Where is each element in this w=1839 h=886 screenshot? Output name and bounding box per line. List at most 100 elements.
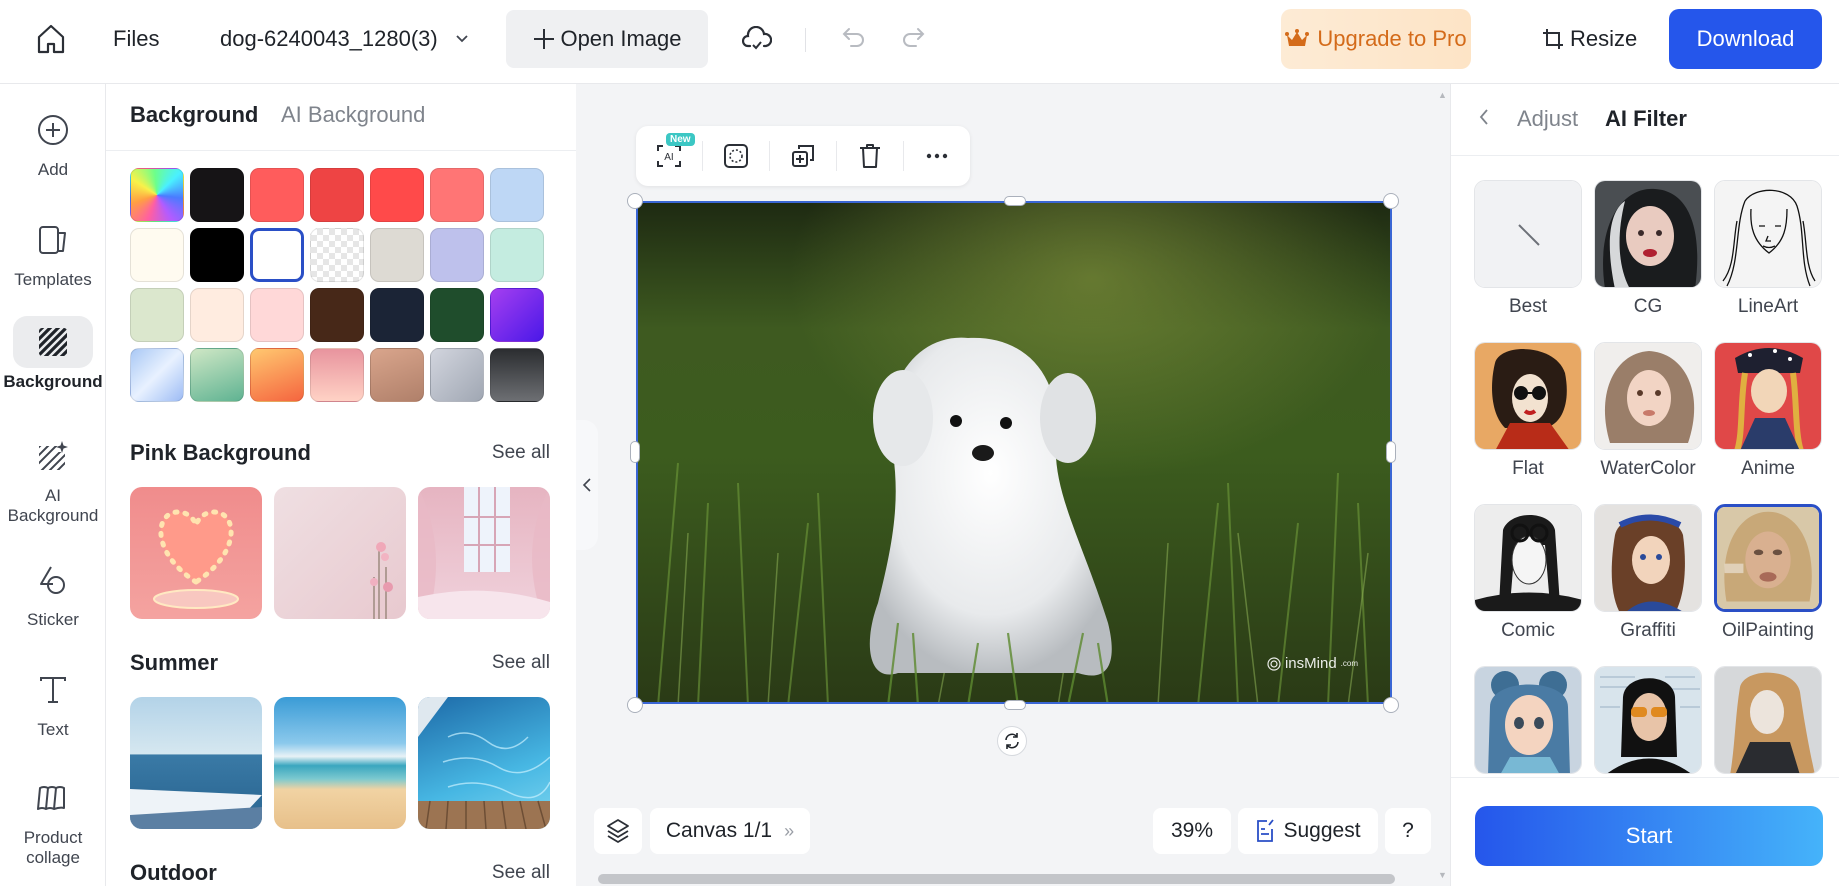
open-image-button[interactable]: Open Image xyxy=(506,10,708,68)
ai-filter-oilpainting[interactable]: OilPainting xyxy=(1714,504,1822,641)
color-swatch[interactable] xyxy=(490,348,544,402)
home-button[interactable] xyxy=(32,20,70,58)
color-swatch[interactable] xyxy=(430,288,484,342)
nav-item-text[interactable]: Text xyxy=(0,664,106,740)
color-swatch[interactable] xyxy=(130,228,184,282)
nav-item-product-collage[interactable]: Product collage xyxy=(0,772,106,868)
bg-thumb-pink-wall-flower[interactable] xyxy=(274,487,406,619)
filename-dropdown[interactable]: dog-6240043_1280(3) xyxy=(220,24,468,54)
bg-thumb-sandy-beach[interactable] xyxy=(274,697,406,829)
scroll-up-arrow[interactable]: ▲ xyxy=(1438,90,1447,100)
delete-button[interactable] xyxy=(837,126,903,186)
cutout-icon xyxy=(724,144,748,168)
nav-item-add[interactable]: Add xyxy=(0,104,106,180)
ai-filter-flat[interactable]: Flat xyxy=(1474,342,1582,479)
cutout-button[interactable] xyxy=(703,126,769,186)
resize-handle-bottom-right[interactable] xyxy=(1383,697,1399,713)
color-swatch[interactable] xyxy=(190,168,244,222)
see-all-link[interactable]: See all xyxy=(492,862,550,884)
color-swatch[interactable] xyxy=(490,168,544,222)
ai-filter-best[interactable]: Best xyxy=(1474,180,1582,317)
resize-handle-bottom[interactable] xyxy=(1004,700,1026,710)
color-swatch[interactable] xyxy=(190,228,244,282)
ai-filter-watercolor[interactable]: WaterColor xyxy=(1594,342,1702,479)
suggest-icon xyxy=(1257,819,1275,842)
nav-item-ai-background[interactable]: AI Background xyxy=(0,430,106,526)
scroll-down-arrow[interactable]: ▼ xyxy=(1438,870,1447,880)
color-swatch[interactable] xyxy=(250,168,304,222)
collapse-panel-button[interactable] xyxy=(576,420,598,550)
color-swatch[interactable] xyxy=(130,168,184,222)
ai-filter-anime[interactable]: Anime xyxy=(1714,342,1822,479)
color-swatch[interactable] xyxy=(310,288,364,342)
ai-filter-sunglasses[interactable] xyxy=(1594,666,1702,774)
undo-button[interactable] xyxy=(838,22,870,54)
tab-ai-background[interactable]: AI Background xyxy=(281,102,425,128)
ai-filter-graffiti[interactable]: Graffiti xyxy=(1594,504,1702,641)
upgrade-to-pro-button[interactable]: Upgrade to Pro xyxy=(1281,9,1471,69)
resize-handle-top-left[interactable] xyxy=(627,193,643,209)
nav-item-templates[interactable]: Templates xyxy=(0,214,106,290)
horizontal-scrollbar[interactable] xyxy=(598,874,1395,884)
color-swatch[interactable] xyxy=(130,348,184,402)
zoom-level-button[interactable]: 39% xyxy=(1153,808,1231,854)
duplicate-button[interactable] xyxy=(770,126,836,186)
ai-select-button[interactable]: AI New xyxy=(636,126,702,186)
resize-handle-top[interactable] xyxy=(1004,196,1026,206)
rotate-button[interactable] xyxy=(997,726,1027,756)
tab-background[interactable]: Background xyxy=(130,102,258,128)
color-swatch[interactable] xyxy=(250,348,304,402)
canvas-pages-button[interactable]: Canvas 1/1 » xyxy=(650,808,810,854)
color-swatch[interactable] xyxy=(430,348,484,402)
tab-adjust[interactable]: Adjust xyxy=(1517,106,1578,132)
ai-filter-sketch[interactable] xyxy=(1714,666,1822,774)
color-swatch[interactable] xyxy=(370,168,424,222)
resize-handle-bottom-left[interactable] xyxy=(627,697,643,713)
canvas-image[interactable]: insMind .com xyxy=(636,201,1392,704)
color-swatch[interactable] xyxy=(370,348,424,402)
ai-filter-3d[interactable] xyxy=(1474,666,1582,774)
ai-filter-comic[interactable]: Comic xyxy=(1474,504,1582,641)
cloud-save-button[interactable] xyxy=(740,22,774,56)
color-swatch[interactable] xyxy=(190,348,244,402)
bg-thumb-ocean-horizon[interactable] xyxy=(130,697,262,829)
ai-filter-lineart[interactable]: LineArt xyxy=(1714,180,1822,317)
color-swatch[interactable] xyxy=(430,168,484,222)
resize-handle-right[interactable] xyxy=(1386,441,1396,463)
bg-thumb-heart-lights[interactable] xyxy=(130,487,262,619)
color-swatch[interactable] xyxy=(250,288,304,342)
color-swatch[interactable] xyxy=(430,228,484,282)
resize-handle-top-right[interactable] xyxy=(1383,193,1399,209)
layers-icon xyxy=(607,819,629,843)
ai-filter-cg[interactable]: CG xyxy=(1594,180,1702,317)
bg-thumb-pink-window-room[interactable] xyxy=(418,487,550,619)
start-button[interactable]: Start xyxy=(1475,806,1823,866)
color-swatch[interactable] xyxy=(190,288,244,342)
color-swatch[interactable] xyxy=(490,228,544,282)
redo-button[interactable] xyxy=(897,22,929,54)
see-all-link[interactable]: See all xyxy=(492,652,550,674)
color-swatch[interactable] xyxy=(370,288,424,342)
download-button[interactable]: Download xyxy=(1669,9,1822,69)
color-swatch[interactable] xyxy=(370,228,424,282)
more-options-button[interactable] xyxy=(904,126,970,186)
suggest-button[interactable]: Suggest xyxy=(1238,808,1378,854)
back-button[interactable] xyxy=(1479,108,1489,132)
resize-handle-left[interactable] xyxy=(630,441,640,463)
resize-button[interactable]: Resize xyxy=(1542,20,1637,58)
see-all-link[interactable]: See all xyxy=(492,442,550,464)
tab-ai-filter[interactable]: AI Filter xyxy=(1605,106,1687,132)
help-button[interactable]: ? xyxy=(1385,808,1431,854)
layers-button[interactable] xyxy=(594,808,642,854)
bg-thumb-pool-water-deck[interactable] xyxy=(418,697,550,829)
nav-item-sticker[interactable]: Sticker xyxy=(0,554,106,630)
color-swatch[interactable] xyxy=(250,228,304,282)
color-swatch[interactable] xyxy=(310,348,364,402)
color-swatch[interactable] xyxy=(310,228,364,282)
nav-item-background[interactable]: Background xyxy=(0,316,106,392)
color-swatch[interactable] xyxy=(490,288,544,342)
color-swatch[interactable] xyxy=(130,288,184,342)
double-chevron-right-icon: » xyxy=(784,820,795,841)
files-menu[interactable]: Files xyxy=(113,24,159,54)
color-swatch[interactable] xyxy=(310,168,364,222)
